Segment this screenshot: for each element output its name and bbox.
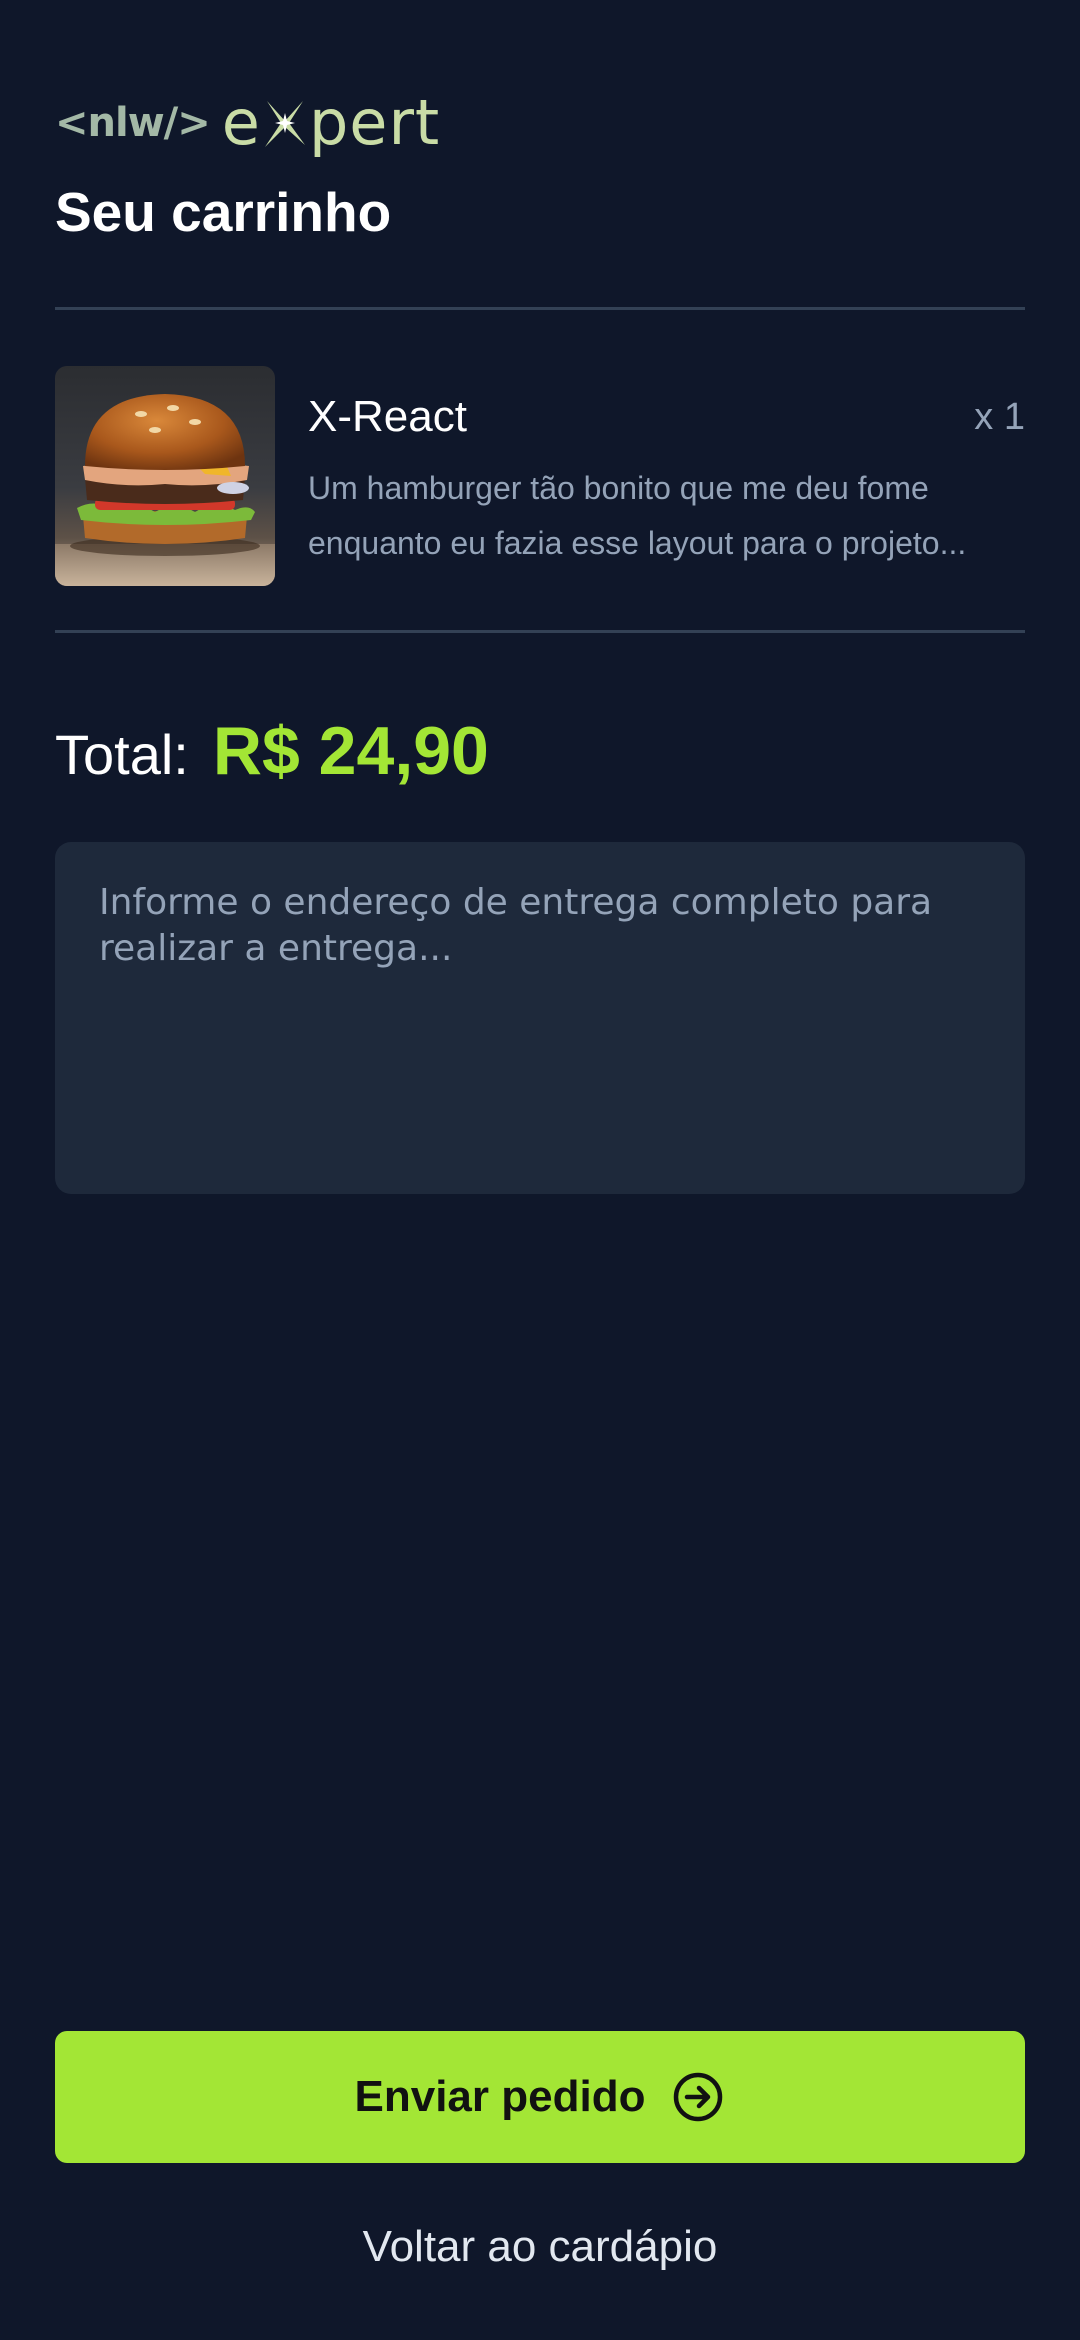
item-name: X-React xyxy=(308,392,467,441)
burger-photo xyxy=(55,366,275,586)
back-to-menu-link[interactable]: Voltar ao cardápio xyxy=(55,2222,1025,2272)
item-quantity: x 1 xyxy=(974,396,1025,438)
send-order-label: Enviar pedido xyxy=(354,2072,646,2121)
sparkle-x-icon xyxy=(264,101,305,147)
total-value: R$ 24,90 xyxy=(212,713,489,789)
burger-illustration xyxy=(55,394,275,586)
cart-item: X-React x 1 Um hamburger tão bonito que … xyxy=(55,366,1025,586)
nlw-expert-logo: <nlw/> e pert xyxy=(55,88,440,158)
divider xyxy=(55,630,1025,633)
arrow-right-circle-icon xyxy=(674,2072,723,2122)
item-description: Um hamburger tão bonito que me deu fome … xyxy=(308,470,967,561)
logo-wordmark-start: e xyxy=(221,86,261,159)
cart-page: <nlw/> e pert Seu carrinho X-React x 1 U… xyxy=(55,0,1025,2340)
divider xyxy=(55,307,1025,310)
send-order-button[interactable]: Enviar pedido xyxy=(55,2031,1025,2163)
logo-wordmark-end: pert xyxy=(308,86,441,159)
logo-expert-wordmark: e pert xyxy=(222,92,440,154)
logo-nlw-text: <nlw/> xyxy=(55,100,211,146)
page-title: Seu carrinho xyxy=(55,181,392,243)
order-total: Total: R$ 24,90 xyxy=(55,712,489,790)
total-label: Total: xyxy=(55,723,189,786)
address-input[interactable] xyxy=(55,842,1025,1194)
